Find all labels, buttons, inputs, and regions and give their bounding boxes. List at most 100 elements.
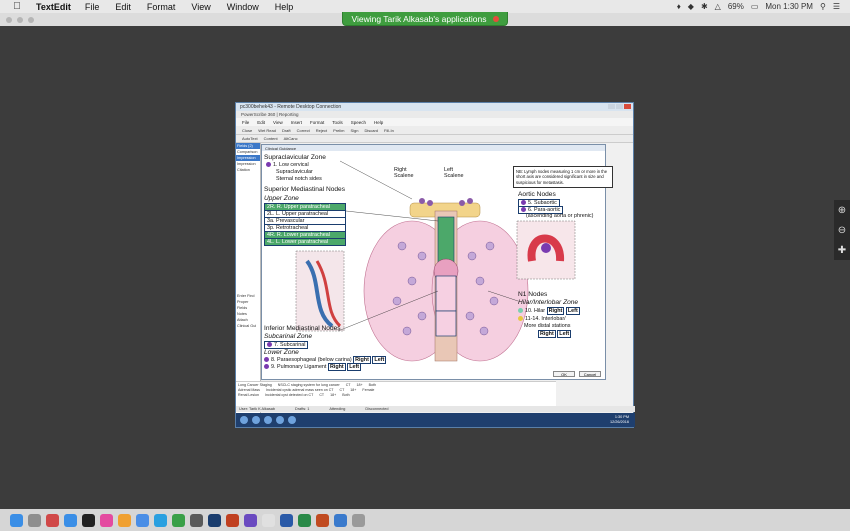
- chrome-icon[interactable]: [136, 513, 149, 527]
- zoom-out-icon[interactable]: ⊖: [838, 225, 846, 236]
- wifi-icon[interactable]: △: [715, 2, 721, 11]
- station-7-label: 7. Subcarinal: [274, 342, 306, 348]
- tool-prelim[interactable]: Prelim: [333, 128, 344, 133]
- rdp-minimize-button[interactable]: [608, 104, 615, 109]
- grid-cell: Long Cancer Staging: [238, 382, 272, 387]
- launchpad-icon[interactable]: [28, 513, 41, 527]
- app-icon-purple[interactable]: [244, 513, 257, 527]
- menu-window[interactable]: Window: [227, 2, 259, 12]
- textedit-icon[interactable]: [262, 513, 275, 527]
- station-4l[interactable]: 4L. L. Lower paratracheal: [264, 238, 346, 246]
- menu-edit[interactable]: Edit: [115, 2, 131, 12]
- app-menu-edit[interactable]: Edit: [257, 120, 265, 125]
- station-1-dot: [266, 162, 271, 168]
- station-11-right-tag[interactable]: Right: [538, 330, 556, 338]
- app-menu-speech[interactable]: Speech: [351, 120, 366, 125]
- messages-icon[interactable]: [172, 513, 185, 527]
- tool-autotext[interactable]: AutoText: [242, 136, 258, 141]
- app-name-menu[interactable]: TextEdit: [36, 2, 71, 12]
- station-10-left-tag[interactable]: Left: [565, 307, 580, 315]
- trash-icon[interactable]: [352, 513, 365, 527]
- bluetooth-icon[interactable]: ✱: [701, 2, 708, 11]
- stop-sharing-button[interactable]: [492, 15, 499, 22]
- terminal-icon[interactable]: [82, 513, 95, 527]
- station-11-left-tag[interactable]: Left: [557, 330, 572, 338]
- folder-icon[interactable]: [264, 416, 272, 424]
- tool-correct[interactable]: Correct: [297, 128, 310, 133]
- station-7[interactable]: 7. Subcarinal: [264, 341, 309, 349]
- browser-icon[interactable]: [252, 416, 260, 424]
- itunes-icon[interactable]: [100, 513, 113, 527]
- dropbox-icon[interactable]: ♦: [677, 2, 681, 11]
- menu-help[interactable]: Help: [275, 2, 294, 12]
- station-9-right-tag[interactable]: Right: [327, 363, 346, 371]
- skype-icon[interactable]: [154, 513, 167, 527]
- lower-zone-box: [435, 310, 457, 337]
- photoshop-icon[interactable]: [208, 513, 221, 527]
- zoom-in-icon[interactable]: ⊕: [838, 205, 846, 216]
- station-8[interactable]: 8. Paraesophageal (below carina) Right L…: [264, 356, 387, 364]
- tool-fill-in[interactable]: Fill-In: [384, 128, 394, 133]
- status-drafts: Drafts: 1: [295, 407, 310, 411]
- ok-button[interactable]: OK: [553, 371, 575, 377]
- app-menu-help[interactable]: Help: [374, 120, 383, 125]
- station-11-label: 11-14. Interlobar/: [525, 316, 566, 322]
- station-9[interactable]: 9. Pulmonary Ligament Right Left: [264, 363, 362, 371]
- remote-desktop-window: pc300behek43 - Remote Desktop Connection…: [235, 102, 635, 428]
- powerscribe-icon[interactable]: [288, 416, 296, 424]
- bridge-icon[interactable]: [226, 513, 239, 527]
- finder-icon[interactable]: [10, 513, 23, 527]
- shield-icon[interactable]: ◆: [688, 2, 694, 11]
- grid-cell: Both: [368, 382, 376, 387]
- tool-reject[interactable]: Reject: [316, 128, 327, 133]
- cancel-button[interactable]: Cancel: [579, 371, 601, 377]
- battery-icon[interactable]: ▭: [751, 2, 759, 11]
- menu-format[interactable]: Format: [147, 2, 176, 12]
- left-item-clinical[interactable]: Clinical Gui: [236, 323, 260, 329]
- fit-screen-icon[interactable]: ✚: [838, 245, 846, 256]
- tool-sign[interactable]: Sign: [350, 128, 358, 133]
- station-8-left-tag[interactable]: Left: [372, 356, 387, 364]
- app-menu-view[interactable]: View: [273, 120, 283, 125]
- station-10[interactable]: 10. Hilar Right Left: [518, 307, 580, 315]
- settings-icon[interactable]: [190, 513, 203, 527]
- station-11-14[interactable]: 11-14. Interlobar/: [518, 316, 566, 322]
- app-menu-tools[interactable]: Tools: [332, 120, 343, 125]
- spotlight-icon[interactable]: ⚲: [820, 2, 826, 11]
- remote-desktop-icon[interactable]: [334, 513, 347, 527]
- word-icon[interactable]: [280, 513, 293, 527]
- excel-icon[interactable]: [298, 513, 311, 527]
- subcarinal-zone-title: Subcarinal Zone: [264, 333, 313, 340]
- station-10-right-tag[interactable]: Right: [546, 307, 565, 315]
- tool-draft[interactable]: Draft: [282, 128, 291, 133]
- app-icon[interactable]: [276, 416, 284, 424]
- app-menu-format[interactable]: Format: [310, 120, 324, 125]
- menu-file[interactable]: File: [85, 2, 100, 12]
- table-row[interactable]: Renal Lesion Incidental cyst detected on…: [236, 392, 556, 397]
- app-icon-red[interactable]: [46, 513, 59, 527]
- firefox-icon[interactable]: [118, 513, 131, 527]
- tool-close[interactable]: Close: [242, 128, 252, 133]
- grid-cell: Renal Lesion: [238, 392, 259, 397]
- start-icon[interactable]: [240, 416, 248, 424]
- close-window-button[interactable]: [6, 17, 12, 23]
- tool-content[interactable]: Content: [264, 136, 278, 141]
- rdp-maximize-button[interactable]: [616, 104, 623, 109]
- zoom-window-button[interactable]: [28, 17, 34, 23]
- powerpoint-icon[interactable]: [316, 513, 329, 527]
- battery-percent[interactable]: 69%: [728, 2, 744, 11]
- rdp-close-button[interactable]: [624, 104, 631, 109]
- app-menu-file[interactable]: File: [242, 120, 249, 125]
- minimize-window-button[interactable]: [17, 17, 23, 23]
- tool-discard[interactable]: Discard: [364, 128, 378, 133]
- app-menu-insert[interactable]: Insert: [291, 120, 302, 125]
- tool-altcanc[interactable]: AltCanc: [284, 136, 298, 141]
- menu-view[interactable]: View: [191, 2, 210, 12]
- grid-cell: Both: [342, 392, 350, 397]
- notification-center-icon[interactable]: ☰: [833, 2, 840, 11]
- tool-wet-read[interactable]: Wet Read: [258, 128, 276, 133]
- apple-menu-icon[interactable]: : [10, 1, 24, 12]
- safari-icon[interactable]: [64, 513, 77, 527]
- menubar-clock[interactable]: Mon 1:30 PM: [765, 2, 813, 11]
- station-9-left-tag[interactable]: Left: [347, 363, 362, 371]
